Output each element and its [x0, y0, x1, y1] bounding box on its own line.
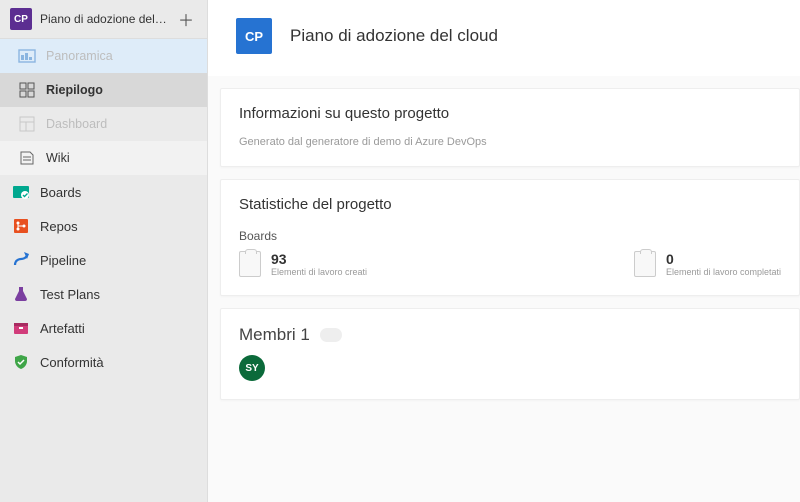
project-header-badge: CP	[236, 18, 272, 54]
stat-created: 93 Elementi di lavoro creati	[239, 251, 367, 277]
sidebar-item-boards[interactable]: Boards	[0, 175, 207, 209]
sidebar-item-artifacts[interactable]: Artefatti	[0, 311, 207, 345]
plus-icon: ＋	[178, 7, 194, 31]
stats-section-label: Boards	[239, 229, 781, 243]
repos-icon	[12, 217, 30, 235]
nav-label: Riepilogo	[46, 83, 103, 97]
pipelines-icon	[12, 251, 30, 269]
nav-label: Panoramica	[46, 49, 113, 63]
main-content: CP Piano di adozione del cloud Informazi…	[208, 0, 800, 502]
sidebar-item-testplans[interactable]: Test Plans	[0, 277, 207, 311]
add-button[interactable]: ＋	[175, 8, 197, 30]
nav-label: Artefatti	[40, 321, 85, 336]
stat-completed: 0 Elementi di lavoro completati	[634, 251, 781, 277]
about-title: Informazioni su questo progetto	[239, 105, 781, 122]
members-title: Membri 1	[239, 325, 310, 345]
artifacts-icon	[12, 319, 30, 337]
clipboard-icon	[634, 251, 656, 277]
nav-label: Dashboard	[46, 117, 107, 131]
nav-label: Pipeline	[40, 253, 86, 268]
sidebar-item-summary[interactable]: Riepilogo	[0, 73, 207, 107]
sidebar-item-repos[interactable]: Repos	[0, 209, 207, 243]
stats-row: 93 Elementi di lavoro creati 0 Elementi …	[239, 251, 781, 277]
sidebar: CP Piano di adozione del cloud ＋ Panoram…	[0, 0, 208, 502]
nav-label: Conformità	[40, 355, 104, 370]
about-description: Generato dal generatore di demo di Azure…	[239, 136, 781, 148]
shield-icon	[12, 353, 30, 371]
nav-label: Test Plans	[40, 287, 100, 302]
sidebar-item-overview[interactable]: Panoramica	[0, 39, 207, 73]
stat-created-label: Elementi di lavoro creati	[271, 267, 367, 277]
stat-completed-label: Elementi di lavoro completati	[666, 267, 781, 277]
sidebar-item-pipelines[interactable]: Pipeline	[0, 243, 207, 277]
project-header: CP Piano di adozione del cloud	[208, 0, 800, 76]
nav-label: Repos	[40, 219, 78, 234]
nav-label: Boards	[40, 185, 81, 200]
stats-card: Statistiche del progetto Boards 93 Eleme…	[220, 179, 800, 296]
sidebar-item-dashboard[interactable]: Dashboard	[0, 107, 207, 141]
dashboard-icon	[18, 115, 36, 133]
sidebar-header: CP Piano di adozione del cloud ＋	[0, 0, 207, 39]
summary-icon	[18, 81, 36, 99]
sidebar-item-wiki[interactable]: Wiki	[0, 141, 207, 175]
about-card: Informazioni su questo progetto Generato…	[220, 88, 800, 167]
member-avatar[interactable]: SY	[239, 355, 265, 381]
testplans-icon	[12, 285, 30, 303]
page-title: Piano di adozione del cloud	[290, 26, 498, 46]
nav-label: Wiki	[46, 151, 70, 165]
clipboard-icon	[239, 251, 261, 277]
overview-icon	[18, 47, 36, 65]
stats-title: Statistiche del progetto	[239, 196, 781, 213]
project-name[interactable]: Piano di adozione del cloud	[40, 12, 167, 26]
stat-completed-count: 0	[666, 251, 781, 267]
stat-created-count: 93	[271, 251, 367, 267]
project-badge: CP	[10, 8, 32, 30]
members-bubble	[320, 328, 342, 342]
sidebar-item-compliance[interactable]: Conformità	[0, 345, 207, 379]
members-card: Membri 1 SY	[220, 308, 800, 400]
boards-icon	[12, 183, 30, 201]
wiki-icon	[18, 149, 36, 167]
